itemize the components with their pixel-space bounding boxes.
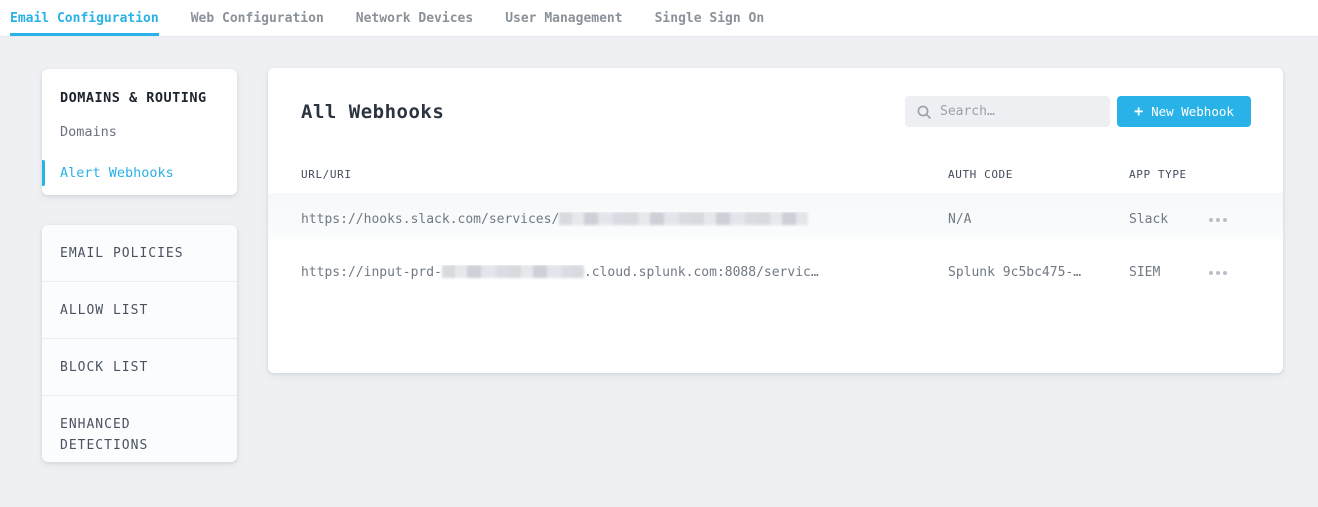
webhook-url-cell: https://input-prd- .cloud.splunk.com:8088…	[301, 265, 948, 280]
tab-email-configuration[interactable]: Email Configuration	[10, 0, 159, 36]
top-navigation: Email Configuration Web Configuration Ne…	[0, 0, 1318, 37]
sidebar-item-label: Alert Webhooks	[60, 165, 174, 181]
auth-code-cell: Splunk 9c5bc475-…	[948, 265, 1129, 280]
ellipsis-icon	[1209, 271, 1213, 275]
header-actions: + New Webhook	[905, 96, 1251, 127]
auth-code-cell: N/A	[948, 212, 1129, 227]
sidebar-item-email-policies[interactable]: EMAIL POLICIES	[42, 225, 237, 281]
table-row: https://hooks.slack.com/services/ N/A Sl…	[268, 193, 1283, 246]
redacted-url-segment	[559, 212, 808, 225]
tab-web-configuration[interactable]: Web Configuration	[191, 0, 324, 36]
tab-user-management[interactable]: User Management	[505, 0, 622, 36]
table-row: https://input-prd- .cloud.splunk.com:8088…	[268, 246, 1283, 299]
panel-header: All Webhooks + New Webhook	[268, 68, 1283, 127]
tab-network-devices[interactable]: Network Devices	[356, 0, 473, 36]
url-text: .cloud.splunk.com:8088/servic…	[584, 265, 819, 280]
sidebar-item-alert-webhooks[interactable]: Alert Webhooks	[42, 158, 237, 188]
table-header-row: URL/URI AUTH CODE APP TYPE	[268, 127, 1283, 193]
search-box	[905, 96, 1110, 127]
app-type-cell: SIEM	[1129, 265, 1207, 280]
sidebar-item-enhanced-detections[interactable]: ENHANCED DETECTIONS	[42, 395, 237, 473]
ellipsis-icon	[1209, 218, 1213, 222]
url-text: https://hooks.slack.com/services/	[301, 212, 559, 227]
webhook-url-cell: https://hooks.slack.com/services/	[301, 212, 948, 227]
sidebar-item-block-list[interactable]: BLOCK LIST	[42, 338, 237, 395]
new-webhook-button[interactable]: + New Webhook	[1117, 96, 1251, 127]
plus-icon: +	[1134, 104, 1143, 119]
row-actions-button[interactable]	[1207, 212, 1267, 228]
new-webhook-label: New Webhook	[1151, 104, 1234, 119]
page-title: All Webhooks	[301, 101, 444, 123]
column-header-app-type: APP TYPE	[1129, 168, 1207, 181]
column-header-auth-code: AUTH CODE	[948, 168, 1129, 181]
url-text: https://input-prd-	[301, 265, 442, 280]
search-input[interactable]	[940, 104, 1098, 119]
app-type-cell: Slack	[1129, 212, 1207, 227]
domains-routing-heading: DOMAINS & ROUTING	[60, 90, 219, 106]
sidebar-item-allow-list[interactable]: ALLOW LIST	[42, 281, 237, 338]
sidebar-sections-card: EMAIL POLICIES ALLOW LIST BLOCK LIST ENH…	[42, 225, 237, 462]
tab-single-sign-on[interactable]: Single Sign On	[655, 0, 765, 36]
sidebar-item-domains[interactable]: Domains	[42, 117, 237, 147]
domains-routing-card: DOMAINS & ROUTING Domains Alert Webhooks	[42, 69, 237, 195]
active-indicator	[42, 160, 45, 186]
redacted-url-segment	[442, 265, 584, 278]
search-icon	[917, 105, 931, 119]
row-actions-button[interactable]	[1207, 265, 1267, 281]
webhooks-panel: All Webhooks + New Webhook URL/URI AUTH …	[268, 68, 1283, 373]
column-header-url: URL/URI	[301, 168, 948, 181]
